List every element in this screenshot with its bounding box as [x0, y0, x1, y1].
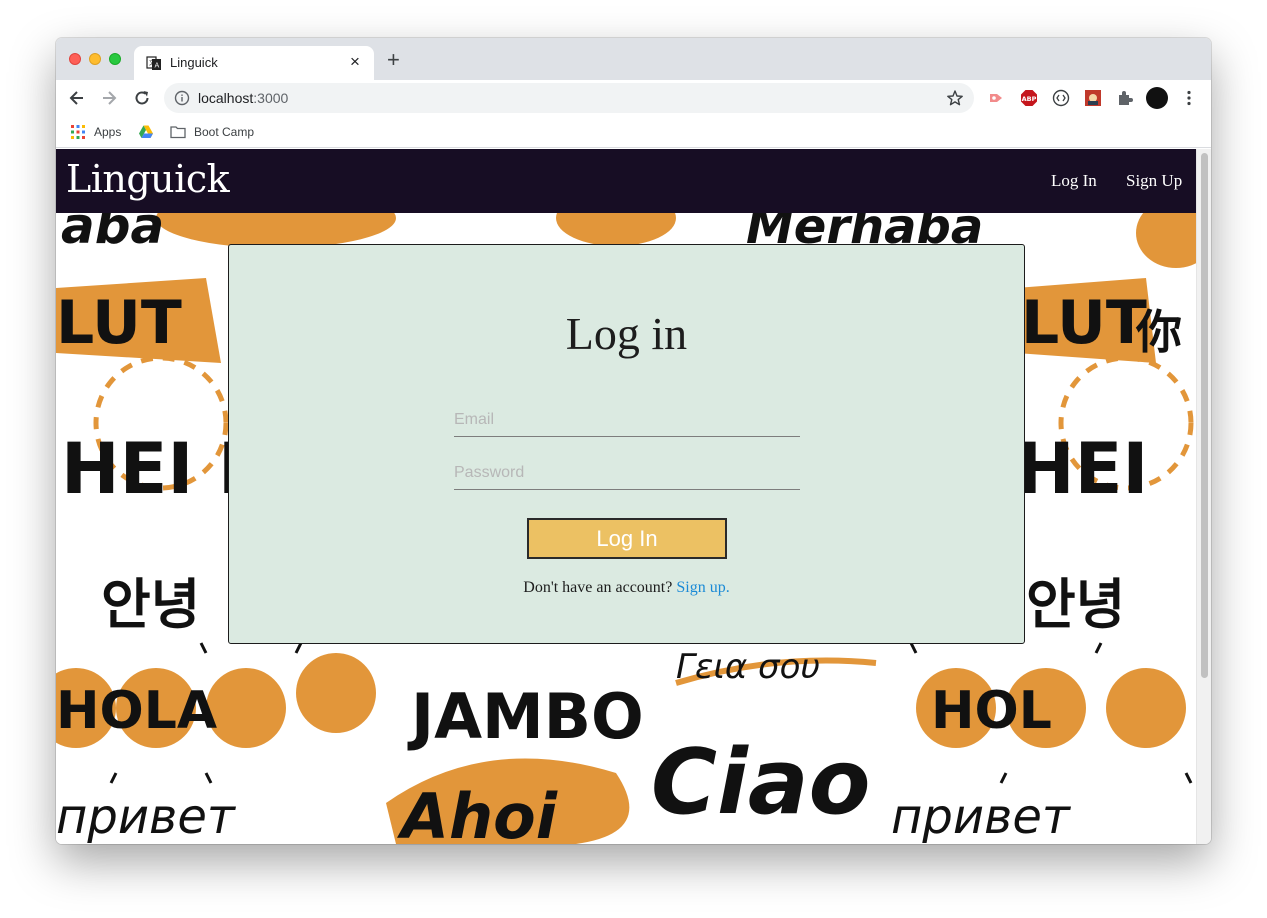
- scrollbar-thumb[interactable]: [1201, 153, 1208, 678]
- back-arrow-icon[interactable]: [67, 88, 87, 108]
- address-bar[interactable]: localhost:3000: [164, 83, 974, 113]
- nav-login-link[interactable]: Log In: [1051, 171, 1097, 191]
- forward-arrow-icon[interactable]: [99, 88, 119, 108]
- browser-window: 文 A Linguick × + localhost:3000 ABP Apps…: [56, 38, 1211, 844]
- signup-prompt: Don't have an account? Sign up.: [229, 579, 1024, 597]
- url-text: localhost:3000: [198, 90, 289, 106]
- close-window-button[interactable]: [69, 53, 81, 65]
- bookmark-apps[interactable]: Apps: [70, 123, 121, 141]
- bookmarks-bar: Apps Boot Camp: [56, 116, 1211, 148]
- more-menu-icon[interactable]: [1180, 89, 1198, 107]
- bookmark-label: Apps: [94, 125, 122, 139]
- bookmark-google-drive[interactable]: [138, 123, 162, 141]
- minimize-window-button[interactable]: [89, 53, 101, 65]
- tab-title: Linguick: [170, 55, 218, 70]
- login-submit-button[interactable]: Log In: [527, 518, 727, 559]
- svg-text:HOLA: HOLA: [56, 681, 217, 741]
- bookmark-label: Boot Camp: [194, 125, 255, 139]
- svg-text:JAMBO: JAMBO: [407, 680, 644, 753]
- tab-bar: 文 A Linguick × +: [56, 38, 1211, 80]
- svg-text:你: 你: [1135, 305, 1182, 359]
- adblock-icon[interactable]: ABP: [1020, 89, 1038, 107]
- nav-signup-link[interactable]: Sign Up: [1126, 171, 1182, 191]
- profile-avatar[interactable]: [1146, 87, 1168, 109]
- site-info-icon[interactable]: [174, 90, 190, 106]
- google-drive-icon: [139, 125, 153, 138]
- svg-text:LUT: LUT: [56, 288, 182, 358]
- svg-text:aba: aba: [61, 213, 164, 255]
- zoom-window-button[interactable]: [109, 53, 121, 65]
- browser-toolbar: localhost:3000 ABP: [56, 80, 1211, 116]
- signup-link[interactable]: Sign up.: [676, 579, 729, 596]
- login-title: Log in: [565, 308, 688, 359]
- code-extension-icon[interactable]: [1052, 89, 1070, 107]
- svg-text:HEI: HEI: [1016, 428, 1148, 510]
- svg-text:привет: привет: [56, 789, 237, 844]
- svg-text:Γεια σου: Γεια σου: [676, 647, 820, 687]
- svg-text:안녕: 안녕: [1026, 573, 1125, 636]
- svg-text:안녕: 안녕: [101, 573, 200, 636]
- svg-text:Ciao: Ciao: [651, 730, 870, 835]
- puzzle-icon[interactable]: [1116, 89, 1134, 107]
- page-viewport: Linguick Log In Sign Up aba Merhaba LUT …: [56, 149, 1196, 844]
- apps-grid-icon: [71, 125, 85, 139]
- browser-tab[interactable]: 文 A Linguick ×: [134, 46, 374, 80]
- bookmark-boot-camp[interactable]: Boot Camp: [170, 123, 254, 141]
- svg-text:привет: привет: [891, 789, 1072, 844]
- svg-text:HOL: HOL: [931, 681, 1052, 741]
- site-navbar: Linguick Log In Sign Up: [56, 149, 1196, 213]
- signup-prompt-text: Don't have an account?: [523, 579, 673, 596]
- login-card: Log in Log In Don't have an account? Sig…: [228, 244, 1025, 644]
- brand-logo[interactable]: Linguick: [66, 157, 230, 201]
- password-field[interactable]: [454, 456, 800, 490]
- close-tab-icon[interactable]: ×: [346, 52, 364, 72]
- svg-text:ABP: ABP: [1022, 95, 1037, 103]
- svg-text:Ahoi: Ahoi: [396, 780, 558, 844]
- image-extension-icon[interactable]: [1084, 89, 1102, 107]
- reload-icon[interactable]: [132, 88, 152, 108]
- folder-icon: [170, 126, 186, 139]
- svg-text:A: A: [155, 62, 160, 70]
- extension-arrow-icon[interactable]: [988, 89, 1006, 107]
- email-field[interactable]: [454, 403, 800, 437]
- email-input[interactable]: [454, 403, 800, 436]
- password-input[interactable]: [454, 456, 800, 489]
- bookmark-star-icon[interactable]: [946, 89, 964, 107]
- translate-icon: 文 A: [146, 56, 161, 70]
- page-scrollbar[interactable]: [1196, 149, 1211, 844]
- new-tab-button[interactable]: +: [387, 49, 400, 71]
- svg-text:LUT: LUT: [1021, 288, 1147, 358]
